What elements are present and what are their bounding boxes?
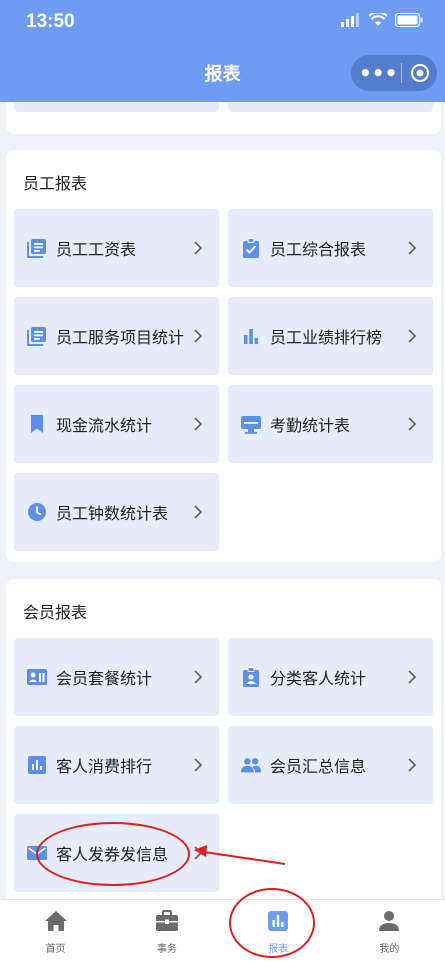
list-icon [26,325,48,347]
chevron-right-icon [193,670,209,684]
section-title: 员工报表 [23,174,88,193]
card-employee-salary[interactable]: 员工工资表 [14,209,219,287]
clock-icon [26,501,48,523]
section-title: 会员报表 [23,603,88,622]
chevron-right-icon [193,329,209,343]
report-icon [267,910,289,936]
chart-box-icon [26,754,48,776]
card-member-package[interactable]: 会员套餐统计 [14,638,219,716]
card-employee-clock-hours[interactable]: 员工钟数统计表 [14,473,219,551]
chevron-right-icon [407,417,423,431]
card-label: 员工服务项目统计 [56,328,185,347]
card-employee-service-items[interactable]: 员工服务项目统计 [14,297,219,375]
card-label: 分类客人统计 [270,669,367,688]
mini-program-capsule: ••• [351,55,437,91]
chevron-right-icon [407,241,423,255]
card-cash-flow[interactable]: 现金流水统计 [14,385,219,463]
card-label: 会员套餐统计 [56,669,153,688]
card-label: 客人发券发信息 [56,845,169,864]
top-bar: 13:50 报表 ••• [0,0,445,102]
mail-icon [26,842,48,864]
signal-icon [341,12,361,31]
card-member-summary[interactable]: 会员汇总信息 [228,726,433,804]
list-icon [26,237,48,259]
battery-icon [395,12,423,31]
card-label: 现金流水统计 [56,416,153,435]
chevron-right-icon [407,670,423,684]
annotation-arrow [194,845,286,865]
home-icon [44,910,68,936]
wifi-icon [368,11,388,31]
chevron-right-icon [193,505,209,519]
card-customer-category[interactable]: 分类客人统计 [228,638,433,716]
tab-reports[interactable]: 报表 [223,900,334,962]
chevron-right-icon [407,758,423,772]
employee-report-section: 员工报表 员工工资表 员工综合报表 员工服务项目统计 员工业绩排行榜 现金流水统… [6,150,441,562]
chevron-right-icon [193,417,209,431]
bottom-tab-bar: 首页 事务 报表 我的 [0,899,445,962]
tab-mine[interactable]: 我的 [334,900,445,962]
bar-chart-icon [240,325,262,347]
status-time: 13:50 [26,11,75,32]
partial-card[interactable] [14,102,219,112]
card-customer-coupon-message[interactable]: 客人发券发信息 [14,814,219,892]
tab-affairs[interactable]: 事务 [111,900,222,962]
monitor-icon [240,413,262,435]
card-label: 考勤统计表 [270,416,351,435]
more-options-icon[interactable]: ••• [359,63,397,83]
bookmark-icon [26,413,48,435]
card-attendance[interactable]: 考勤统计表 [228,385,433,463]
clipboard-check-icon [240,237,262,259]
capsule-divider [401,63,402,83]
close-target-icon[interactable] [410,63,430,83]
chevron-right-icon [193,758,209,772]
people-icon [240,754,262,776]
partial-card[interactable] [228,102,433,112]
card-employee-ranking[interactable]: 员工业绩排行榜 [228,297,433,375]
briefcase-icon [155,910,179,936]
previous-section-partial [0,102,445,140]
card-label: 会员汇总信息 [270,757,367,776]
card-customer-spending-rank[interactable]: 客人消费排行 [14,726,219,804]
tab-label: 我的 [379,944,400,955]
person-icon [378,910,400,936]
chevron-right-icon [193,241,209,255]
card-label: 员工业绩排行榜 [270,328,383,347]
chevron-right-icon [407,329,423,343]
card-label: 客人消费排行 [56,757,153,776]
card-label: 员工钟数统计表 [56,504,169,523]
tab-label: 首页 [45,944,66,955]
status-icons [341,11,423,31]
id-card-icon [26,666,48,688]
tab-label: 事务 [156,944,177,955]
card-label: 员工工资表 [56,240,137,259]
card-label: 员工综合报表 [270,240,367,259]
tab-label: 报表 [268,944,289,955]
card-employee-overall[interactable]: 员工综合报表 [228,209,433,287]
tab-home[interactable]: 首页 [0,900,111,962]
clipboard-user-icon [240,666,262,688]
